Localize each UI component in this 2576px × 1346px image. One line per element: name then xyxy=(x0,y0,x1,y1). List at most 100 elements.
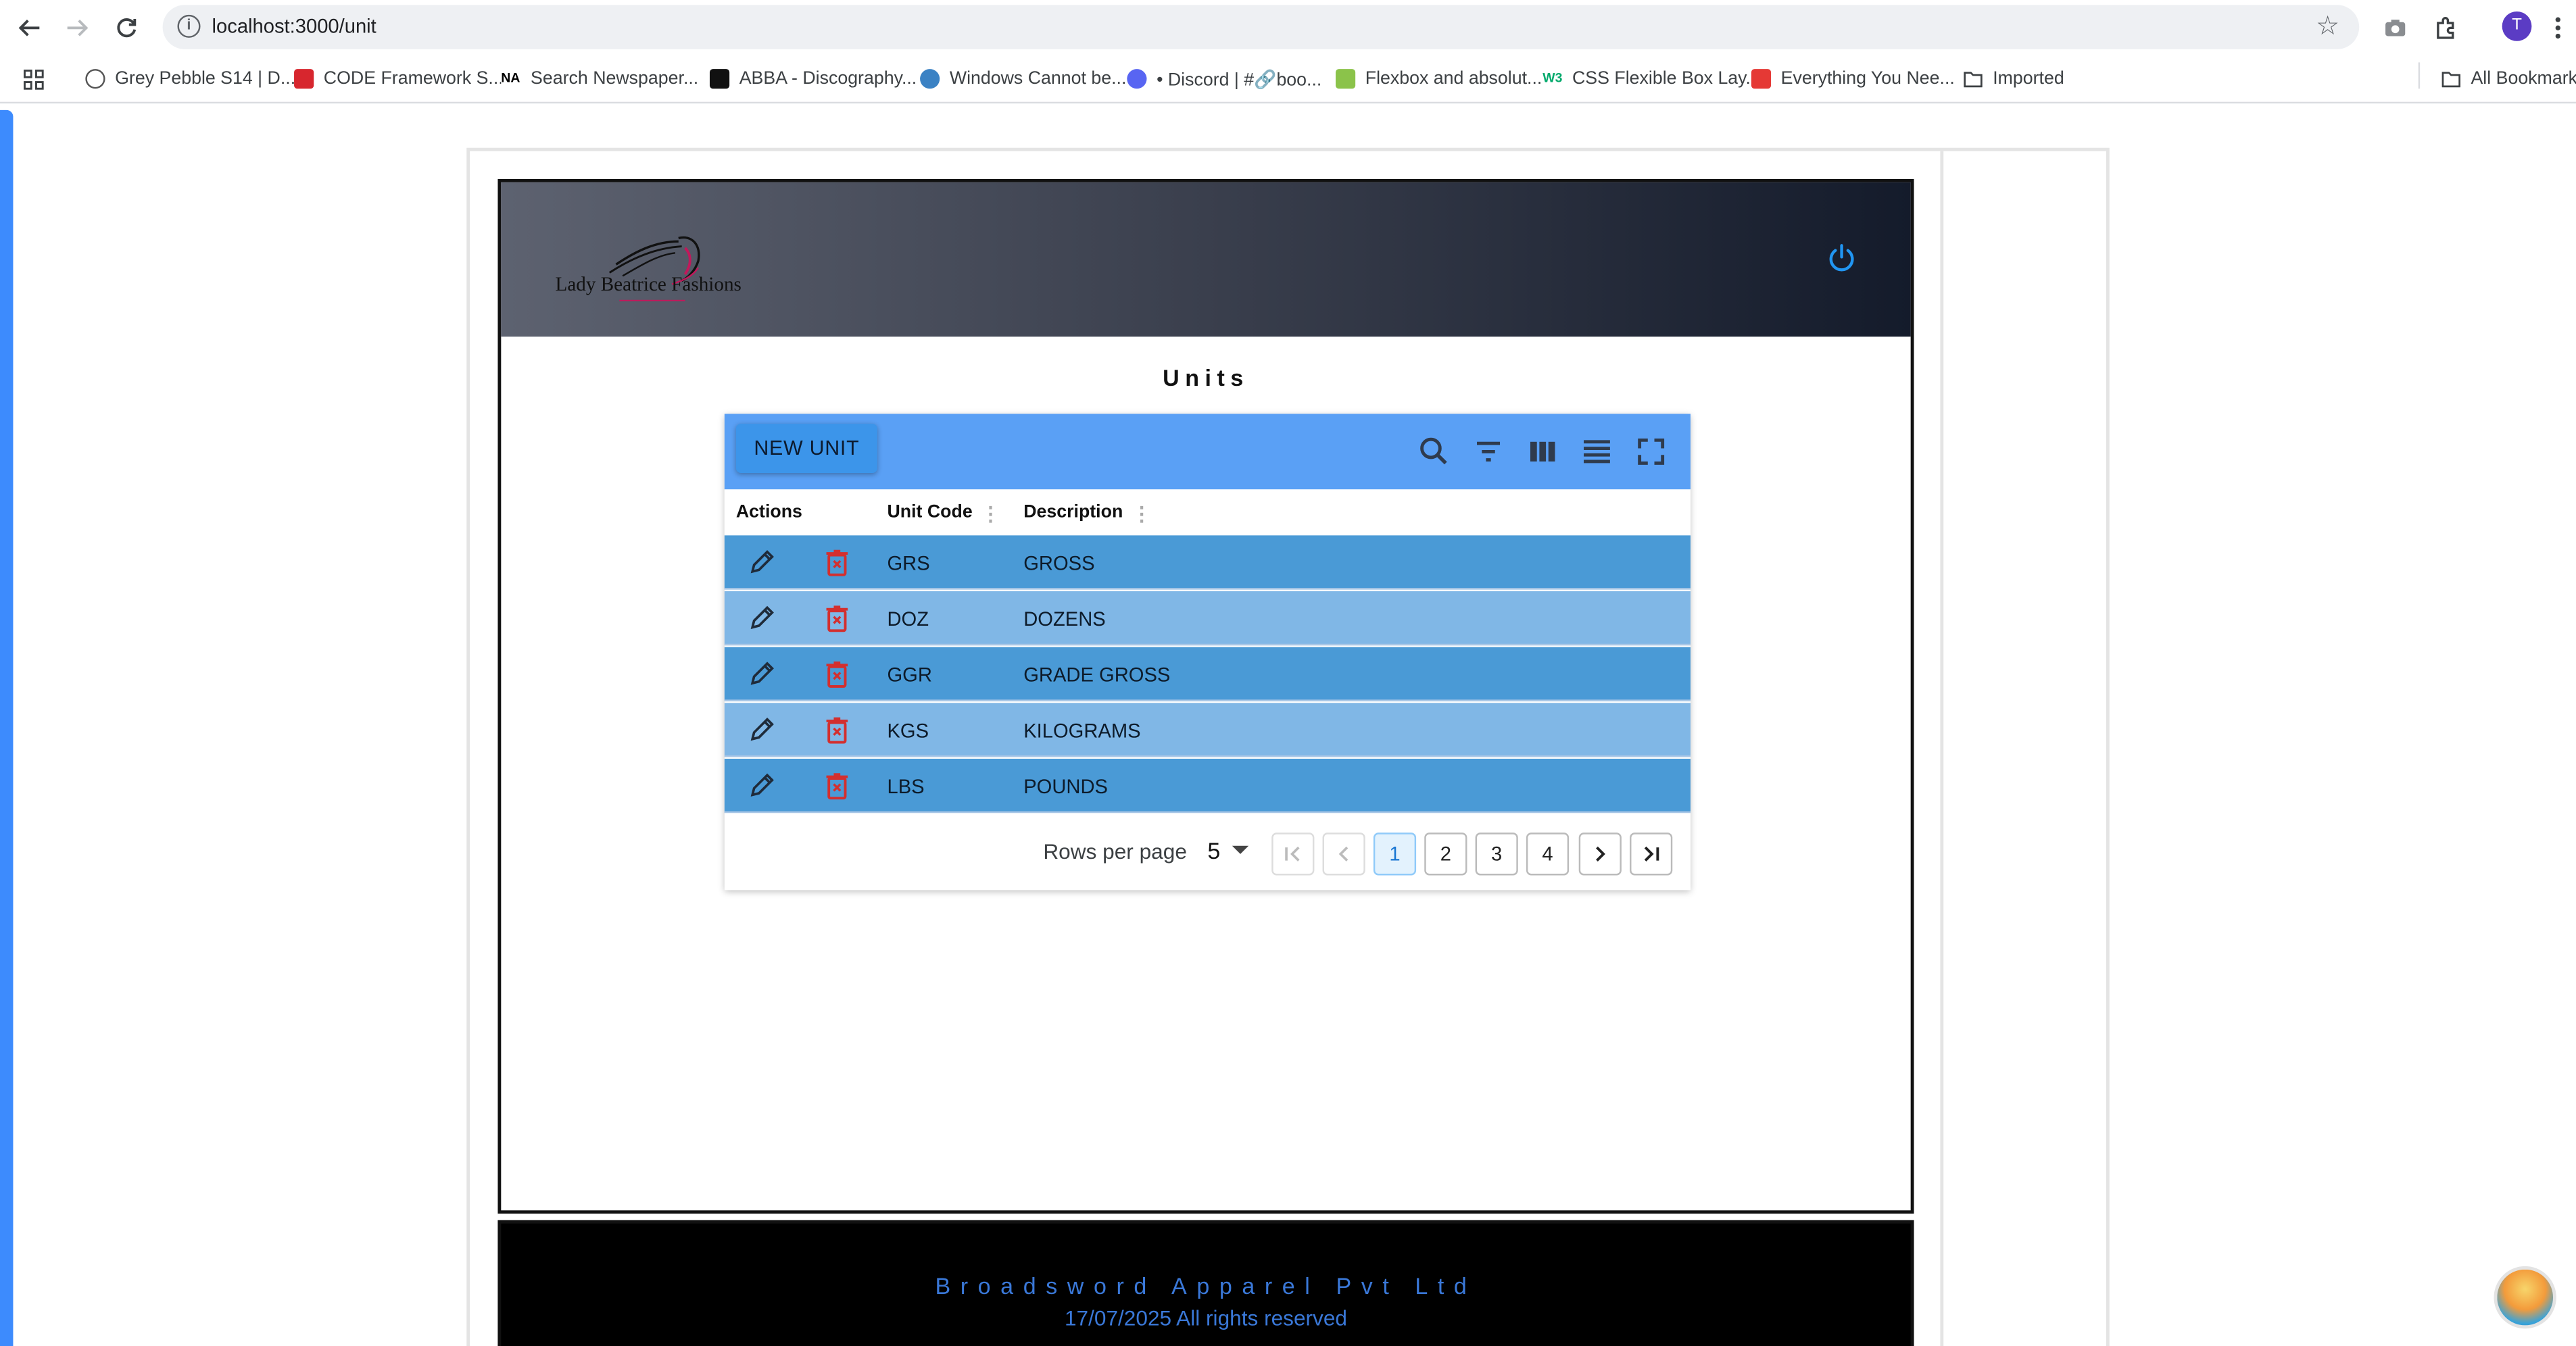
browser-toolbar: i localhost:3000/unit ☆ T xyxy=(0,0,2576,55)
code-logo-icon xyxy=(294,69,314,89)
table-row[interactable]: DOZ DOZENS xyxy=(724,591,1691,646)
edit-icon[interactable] xyxy=(749,772,775,798)
all-bookmarks[interactable]: All Bookmarks xyxy=(2441,66,2576,92)
unit-code-cell: GGR xyxy=(887,663,932,687)
description-cell: GRADE GROSS xyxy=(1023,663,1171,687)
table-header: Actions Unit Code ⋮ Description ⋮ xyxy=(724,489,1691,536)
folder-icon xyxy=(1964,72,1983,88)
filter-icon[interactable] xyxy=(1472,435,1505,468)
table-row[interactable]: KGS KILOGRAMS xyxy=(724,703,1691,757)
pagination: Rows per page 5 1 2 3 4 xyxy=(725,815,1691,891)
bookmark-flexbox[interactable]: Flexbox and absolut... xyxy=(1335,66,1542,92)
page-button-3[interactable]: 3 xyxy=(1475,832,1518,876)
bookmark-label: Windows Cannot be... xyxy=(949,69,1127,89)
bookmark-css-flexible[interactable]: W3 CSS Flexible Box Lay... xyxy=(1542,66,1761,92)
column-header-actions: Actions xyxy=(735,502,802,522)
bookmark-label: Grey Pebble S14 | D... xyxy=(115,69,296,89)
rows-per-page-label: Rows per page xyxy=(1043,839,1187,864)
extensions-icon[interactable] xyxy=(2428,11,2461,45)
delete-icon[interactable] xyxy=(825,660,849,688)
assistant-bubble-icon[interactable] xyxy=(2494,1266,2556,1329)
edit-icon[interactable] xyxy=(749,716,775,743)
delete-icon[interactable] xyxy=(825,604,849,632)
discord-icon xyxy=(1127,69,1147,89)
reload-icon[interactable] xyxy=(110,11,143,45)
bird-logo-icon xyxy=(920,69,940,89)
unit-code-cell: LBS xyxy=(887,775,925,799)
delete-icon[interactable] xyxy=(825,549,849,576)
forward-arrow-icon[interactable] xyxy=(61,11,94,45)
bookmark-discord[interactable]: • Discord | #🔗boo... xyxy=(1127,66,1321,92)
bookmark-label: CSS Flexible Box Lay... xyxy=(1572,69,1761,89)
more-menu-icon[interactable] xyxy=(2548,11,2568,45)
bookmark-windows[interactable]: Windows Cannot be... xyxy=(920,66,1126,92)
density-icon[interactable] xyxy=(1580,435,1613,468)
bookmark-label: • Discord | #🔗boo... xyxy=(1157,70,1322,90)
s-logo-icon xyxy=(1751,69,1772,89)
rows-per-page-select[interactable]: 5 xyxy=(1207,838,1220,864)
delete-icon[interactable] xyxy=(825,716,849,744)
bookmark-search-newspaper[interactable]: NA Search Newspaper... xyxy=(501,66,698,92)
previous-page-icon[interactable] xyxy=(1322,832,1365,876)
new-unit-button[interactable]: NEW UNIT xyxy=(735,424,877,473)
edit-icon[interactable] xyxy=(749,549,775,575)
columns-icon[interactable] xyxy=(1526,435,1559,468)
description-cell: GROSS xyxy=(1023,551,1095,575)
page-button-4[interactable]: 4 xyxy=(1526,832,1570,876)
bookmark-abba[interactable]: ABBA - Discography... xyxy=(709,66,917,92)
search-icon[interactable] xyxy=(1418,435,1451,468)
table-row[interactable]: LBS POUNDS xyxy=(724,758,1691,814)
footer-company: Broadsword Apparel Pvt Ltd xyxy=(935,1272,1477,1299)
address-bar[interactable]: i localhost:3000/unit ☆ xyxy=(162,5,2360,49)
app-header: Lady Beatrice Fashions xyxy=(501,182,1911,337)
url-text[interactable]: localhost:3000/unit xyxy=(212,15,376,38)
description-cell: DOZENS xyxy=(1023,607,1106,631)
table-row[interactable]: GRS GROSS xyxy=(724,535,1691,590)
newspaper-logo-icon: NA xyxy=(501,69,521,89)
column-header-unit-code[interactable]: Unit Code xyxy=(887,503,972,522)
caret-down-icon[interactable] xyxy=(1232,845,1249,854)
document-icon xyxy=(1335,69,1356,89)
site-info-icon[interactable]: i xyxy=(177,14,201,38)
bookmark-label: Imported xyxy=(1993,69,2064,89)
first-page-icon[interactable] xyxy=(1271,832,1315,876)
page-title: Units xyxy=(1163,364,1249,391)
back-arrow-icon[interactable] xyxy=(13,11,46,45)
bookmark-label: Flexbox and absolut... xyxy=(1365,69,1542,89)
bookmark-label: CODE Framework S... xyxy=(323,69,504,89)
column-header-description[interactable]: Description xyxy=(1023,503,1123,522)
next-page-icon[interactable] xyxy=(1578,832,1622,876)
unit-code-cell: GRS xyxy=(887,551,930,575)
bookmarks-divider xyxy=(2418,62,2421,89)
unit-code-cell: KGS xyxy=(887,719,929,743)
bookmark-imported[interactable]: Imported xyxy=(1963,66,2064,92)
column-menu-icon[interactable]: ⋮ xyxy=(1132,503,1152,526)
description-cell: KILOGRAMS xyxy=(1023,719,1141,743)
app-container: Lady Beatrice Fashions Units NEW UNIT Ac… xyxy=(497,178,1914,1214)
edit-icon[interactable] xyxy=(749,604,775,630)
delete-icon[interactable] xyxy=(825,772,849,800)
fullscreen-icon[interactable] xyxy=(1634,435,1668,468)
table-row[interactable]: GGR GRADE GROSS xyxy=(724,647,1691,701)
profile-avatar[interactable]: T xyxy=(2502,11,2532,41)
apps-grid-icon[interactable] xyxy=(23,66,45,92)
bookmark-star-icon[interactable]: ☆ xyxy=(2316,10,2339,43)
table-toolbar: NEW UNIT xyxy=(724,414,1691,490)
camera-icon[interactable] xyxy=(2379,11,2412,45)
page-button-1[interactable]: 1 xyxy=(1373,832,1417,876)
bookmark-code-framework[interactable]: CODE Framework S... xyxy=(294,66,504,92)
folder-icon xyxy=(2441,72,2460,88)
bookmark-everything[interactable]: Everything You Nee... xyxy=(1751,66,1955,92)
column-menu-icon[interactable]: ⋮ xyxy=(981,503,1000,526)
page-button-2[interactable]: 2 xyxy=(1424,832,1467,876)
discography-logo-icon xyxy=(709,69,730,89)
bookmark-grey-pebble[interactable]: Grey Pebble S14 | D... xyxy=(85,66,295,92)
power-icon[interactable] xyxy=(1827,243,1857,273)
brand-logo xyxy=(608,236,700,301)
last-page-icon[interactable] xyxy=(1630,832,1673,876)
edit-icon[interactable] xyxy=(749,660,775,687)
bookmark-label: ABBA - Discography... xyxy=(739,69,917,89)
bookmark-label: Search Newspaper... xyxy=(531,69,699,89)
brand-name: Lady Beatrice Fashions xyxy=(555,272,742,296)
app-footer: Broadsword Apparel Pvt Ltd 17/07/2025 Al… xyxy=(497,1220,1914,1346)
